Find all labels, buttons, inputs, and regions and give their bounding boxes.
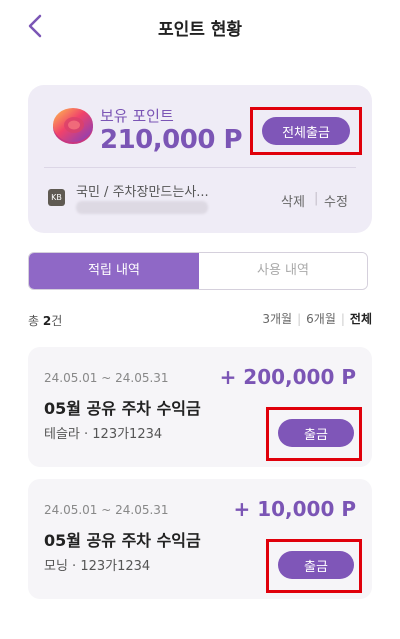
item-name: 05월 공유 주차 수익금 bbox=[44, 531, 201, 550]
header: 포인트 현황 bbox=[0, 0, 400, 52]
filter-separator: | bbox=[297, 312, 302, 326]
bank-account-name: 국민 / 주차장만드는사... bbox=[76, 185, 209, 200]
delete-account-link[interactable]: 삭제 bbox=[281, 191, 305, 210]
holding-points-amount: 210,000 P bbox=[100, 125, 243, 155]
tab-earned-history[interactable]: 적립 내역 bbox=[29, 253, 199, 289]
card-divider bbox=[44, 167, 356, 168]
list-item: 24.05.01 ~ 24.05.31 + 200,000 P 05월 공유 주… bbox=[28, 347, 372, 467]
item-amount: + 200,000 P bbox=[219, 365, 356, 389]
filter-all[interactable]: 전체 bbox=[350, 310, 372, 327]
tab-used-history[interactable]: 사용 내역 bbox=[199, 253, 367, 289]
withdraw-button[interactable]: 출금 bbox=[278, 419, 354, 447]
period-filters: 3개월 | 6개월 | 전체 bbox=[262, 310, 372, 327]
item-car: 모닝 · 123가1234 bbox=[44, 559, 151, 574]
item-period: 24.05.01 ~ 24.05.31 bbox=[44, 503, 169, 517]
list-item: 24.05.01 ~ 24.05.31 + 10,000 P 05월 공유 주차… bbox=[28, 479, 372, 599]
item-amount: + 10,000 P bbox=[233, 497, 356, 521]
link-separator: | bbox=[314, 191, 319, 206]
withdraw-highlight: 출금 bbox=[266, 539, 362, 593]
account-number-masked bbox=[76, 201, 208, 214]
item-car: 테슬라 · 123가1234 bbox=[44, 427, 163, 442]
withdraw-all-button[interactable]: 전체출금 bbox=[262, 117, 350, 145]
filter-3-months[interactable]: 3개월 bbox=[262, 310, 292, 327]
coin-icon bbox=[50, 103, 96, 149]
item-period: 24.05.01 ~ 24.05.31 bbox=[44, 371, 169, 385]
withdraw-highlight: 출금 bbox=[266, 407, 362, 461]
holding-points-label: 보유 포인트 bbox=[100, 107, 174, 125]
total-count-suffix: 건 bbox=[51, 314, 63, 328]
bank-logo-icon: KB bbox=[48, 189, 65, 206]
edit-account-link[interactable]: 수정 bbox=[324, 191, 348, 210]
history-tabs: 적립 내역 사용 내역 bbox=[28, 252, 368, 290]
filter-separator: | bbox=[340, 312, 345, 326]
points-card: 보유 포인트 210,000 P 전체출금 KB 국민 / 주차장만드는사...… bbox=[28, 85, 372, 233]
filter-6-months[interactable]: 6개월 bbox=[306, 310, 336, 327]
total-count-number: 2 bbox=[42, 314, 52, 328]
total-count-prefix: 총 bbox=[28, 314, 43, 328]
withdraw-all-highlight: 전체출금 bbox=[250, 107, 362, 155]
page-title: 포인트 현황 bbox=[157, 20, 243, 40]
item-name: 05월 공유 주차 수익금 bbox=[44, 399, 201, 418]
total-count: 총 2건 bbox=[28, 312, 62, 329]
withdraw-button[interactable]: 출금 bbox=[278, 551, 354, 579]
